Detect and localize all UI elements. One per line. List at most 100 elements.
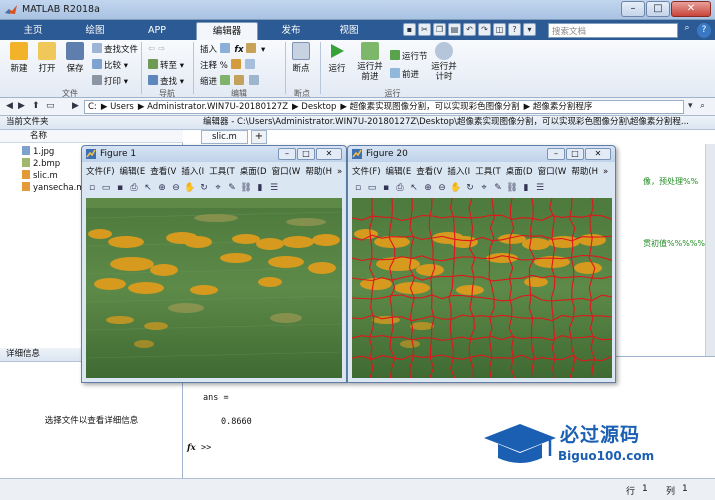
menu-edit[interactable]: 编辑(E (120, 167, 146, 177)
pointer-icon[interactable]: ↖ (142, 182, 154, 194)
menu-help[interactable]: 帮助(H (305, 167, 332, 177)
search-icon[interactable]: ⌕ (680, 23, 694, 38)
menu-file[interactable]: 文件(F) (352, 167, 381, 177)
menu-window[interactable]: 窗口(W (272, 167, 301, 177)
redo-icon[interactable]: ↷ (478, 23, 491, 36)
pan-icon[interactable]: ✋ (450, 182, 462, 194)
menu-edit[interactable]: 编辑(E (386, 167, 412, 177)
comment-button[interactable]: 注释 % (200, 59, 257, 71)
file-item-slic[interactable]: slic.m (22, 170, 58, 182)
tab-home[interactable]: 主页 (10, 22, 56, 40)
menu-tools[interactable]: 工具(T (475, 167, 501, 177)
pan-icon[interactable]: ✋ (184, 182, 196, 194)
back-arrow-icon[interactable]: ◀ (6, 101, 13, 111)
dropdown-icon[interactable]: ▾ (523, 23, 536, 36)
link-icon[interactable]: ⛓ (506, 182, 518, 194)
indent-button[interactable]: 缩进 (200, 75, 261, 87)
print-button[interactable]: 打印 ▾ (92, 75, 128, 87)
figure-close-button[interactable]: ✕ (585, 148, 611, 160)
menu-insert[interactable]: 插入(I (181, 167, 204, 177)
rotate-icon[interactable]: ↻ (198, 182, 210, 194)
file-item-1jpg[interactable]: 1.jpg (22, 146, 54, 158)
run-and-time-button[interactable]: 运行并 计时 (428, 42, 460, 82)
run-and-advance-button[interactable]: 运行并 前进 (354, 42, 386, 82)
menu-overflow-icon[interactable]: » (337, 167, 342, 177)
colorbar-icon[interactable]: ▮ (520, 182, 532, 194)
figure-minimize-button[interactable]: – (278, 148, 296, 160)
nav-back-button[interactable]: ⇦ ⇨ (148, 43, 165, 55)
open-file-icon[interactable]: ▭ (366, 182, 378, 194)
menu-tools[interactable]: 工具(T (209, 167, 235, 177)
new-figure-icon[interactable]: ▫ (86, 182, 98, 194)
legend-icon[interactable]: ☰ (534, 182, 546, 194)
menu-view[interactable]: 查看(V (416, 167, 442, 177)
open-button[interactable]: 打开 (34, 42, 60, 74)
help-button[interactable]: ? (697, 23, 711, 38)
figure-maximize-button[interactable]: □ (297, 148, 315, 160)
link-icon[interactable]: ⛓ (240, 182, 252, 194)
search-documentation-input[interactable]: 搜索文档 (548, 23, 678, 38)
file-item-2bmp[interactable]: 2.bmp (22, 158, 60, 170)
close-button[interactable]: ✕ (671, 1, 711, 17)
tab-publish[interactable]: 发布 (268, 22, 314, 40)
tab-apps[interactable]: APP (134, 22, 180, 40)
editor-scrollbar[interactable] (705, 144, 715, 356)
new-tab-button[interactable]: + (251, 130, 267, 144)
zoom-in-icon[interactable]: ⊕ (422, 182, 434, 194)
minimize-button[interactable]: – (621, 1, 645, 17)
insert-button[interactable]: 插入 fx ▾ (200, 43, 265, 55)
new-figure-icon[interactable]: ▫ (352, 182, 364, 194)
print-figure-icon[interactable]: ⎙ (394, 182, 406, 194)
legend-icon[interactable]: ☰ (268, 182, 280, 194)
menu-desktop[interactable]: 桌面(D (506, 167, 533, 177)
goto-button[interactable]: 转至 ▾ (148, 59, 184, 71)
switch-window-icon[interactable]: ◫ (493, 23, 506, 36)
data-cursor-icon[interactable]: ⌖ (478, 182, 490, 194)
cut-icon[interactable]: ✂ (418, 23, 431, 36)
colorbar-icon[interactable]: ▮ (254, 182, 266, 194)
pointer-icon[interactable]: ↖ (408, 182, 420, 194)
data-cursor-icon[interactable]: ⌖ (212, 182, 224, 194)
browse-folder-icon[interactable]: ▭ (46, 101, 55, 111)
brush-icon[interactable]: ✎ (226, 182, 238, 194)
breakpoints-button[interactable]: 断点 (288, 42, 314, 74)
figure-minimize-button[interactable]: – (547, 148, 565, 160)
advance-button[interactable]: 前进 (390, 68, 419, 80)
current-folder-path[interactable]: C: ▶ Users ▶ Administrator.WIN7U-20180127Z… (84, 100, 684, 114)
help-icon[interactable]: ? (508, 23, 521, 36)
forward-arrow-icon[interactable]: ▶ (18, 101, 25, 111)
find-button[interactable]: 查找 ▾ (148, 75, 184, 87)
editor-tab-slic[interactable]: slic.m (201, 130, 248, 144)
paste-icon[interactable]: ▤ (448, 23, 461, 36)
name-column-header[interactable]: 名称 (0, 130, 183, 143)
save-icon[interactable]: ▪ (403, 23, 416, 36)
menu-desktop[interactable]: 桌面(D (240, 167, 267, 177)
file-item-yansecha[interactable]: yansecha.m (22, 182, 85, 194)
path-dropdown-icon[interactable]: ▾ (688, 101, 693, 111)
path-search-icon[interactable]: ⌕ (700, 101, 705, 111)
save-button[interactable]: 保存 (62, 42, 88, 74)
figure-close-button[interactable]: ✕ (316, 148, 342, 160)
figure-window-20[interactable]: Figure 20 – □ ✕ 文件(F) 编辑(E 查看(V 插入(I 工具(T 桌面(D 窗… (347, 145, 616, 383)
tab-editor[interactable]: 编辑器 (196, 22, 258, 40)
print-figure-icon[interactable]: ⎙ (128, 182, 140, 194)
find-file-button[interactable]: 查找文件 (92, 43, 138, 55)
menu-window[interactable]: 窗口(W (538, 167, 567, 177)
brush-icon[interactable]: ✎ (492, 182, 504, 194)
run-section-button[interactable]: 运行节 (390, 50, 428, 62)
maximize-button[interactable]: □ (646, 1, 670, 17)
menu-file[interactable]: 文件(F) (86, 167, 115, 177)
menu-help[interactable]: 帮助(H (571, 167, 598, 177)
function-browser-icon[interactable]: fx (187, 443, 196, 453)
figure-window-1[interactable]: Figure 1 – □ ✕ 文件(F) 编辑(E 查看(V 插入(I 工具(T 桌面(D 窗口… (81, 145, 347, 383)
zoom-out-icon[interactable]: ⊖ (436, 182, 448, 194)
zoom-in-icon[interactable]: ⊕ (156, 182, 168, 194)
compare-button[interactable]: 比较 ▾ (92, 59, 128, 71)
function-icon[interactable]: fx (234, 45, 243, 55)
run-button[interactable]: 运行 (324, 42, 350, 74)
rotate-icon[interactable]: ↻ (464, 182, 476, 194)
save-figure-icon[interactable]: ▪ (380, 182, 392, 194)
tab-plots[interactable]: 绘图 (72, 22, 118, 40)
menu-insert[interactable]: 插入(I (447, 167, 470, 177)
tab-view[interactable]: 视图 (326, 22, 372, 40)
